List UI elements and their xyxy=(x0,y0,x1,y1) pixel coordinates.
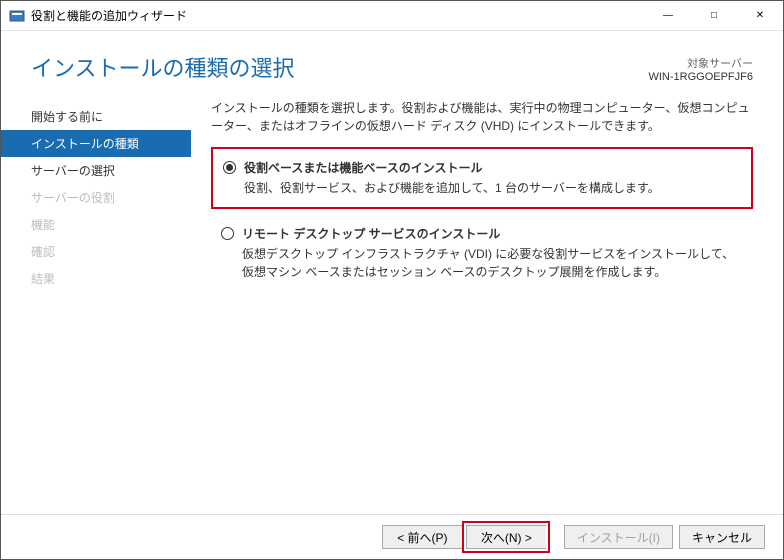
server-label: 対象サーバー xyxy=(648,55,753,71)
close-button[interactable]: ✕ xyxy=(737,1,783,31)
cancel-button[interactable]: キャンセル xyxy=(679,525,765,549)
option-role-based-title: 役割ベースまたは機能ベースのインストール xyxy=(244,159,660,176)
server-info: 対象サーバー WIN-1RGGOEPFJF6 xyxy=(648,51,753,83)
window-title: 役割と機能の追加ウィザード xyxy=(31,7,645,24)
sidebar-item-before-begin[interactable]: 開始する前に xyxy=(1,103,191,130)
sidebar-item-features: 機能 xyxy=(1,211,191,238)
maximize-button[interactable]: □ xyxy=(691,1,737,31)
option-role-based[interactable]: 役割ベースまたは機能ベースのインストール 役割、役割サービス、および機能を追加し… xyxy=(211,147,753,209)
option-role-based-desc: 役割、役割サービス、および機能を追加して、1 台のサーバーを構成します。 xyxy=(244,179,660,197)
server-name: WIN-1RGGOEPFJF6 xyxy=(648,71,753,83)
radio-rds[interactable] xyxy=(221,227,234,240)
instruction-text: インストールの種類を選択します。役割および機能は、実行中の物理コンピューター、仮… xyxy=(211,99,753,135)
nav-button-pair: < 前へ(P) 次へ(N) > xyxy=(382,525,558,549)
next-button-highlight: 次へ(N) > xyxy=(462,521,550,553)
next-button[interactable]: 次へ(N) > xyxy=(466,525,546,549)
sidebar-item-server-select[interactable]: サーバーの選択 xyxy=(1,157,191,184)
app-icon xyxy=(9,8,25,24)
main-content: インストールの種類を選択します。役割および機能は、実行中の物理コンピューター、仮… xyxy=(191,95,777,514)
option-rds-text: リモート デスクトップ サービスのインストール 仮想デスクトップ インフラストラ… xyxy=(242,225,743,281)
window-controls: ― □ ✕ xyxy=(645,1,783,31)
sidebar-item-server-roles: サーバーの役割 xyxy=(1,184,191,211)
titlebar: 役割と機能の追加ウィザード ― □ ✕ xyxy=(1,1,783,31)
minimize-button[interactable]: ― xyxy=(645,1,691,31)
header: インストールの種類の選択 対象サーバー WIN-1RGGOEPFJF6 xyxy=(1,31,783,95)
sidebar-item-confirm: 確認 xyxy=(1,238,191,265)
sidebar: 開始する前に インストールの種類 サーバーの選択 サーバーの役割 機能 確認 結… xyxy=(1,95,191,514)
prev-button[interactable]: < 前へ(P) xyxy=(382,525,462,549)
option-role-based-text: 役割ベースまたは機能ベースのインストール 役割、役割サービス、および機能を追加し… xyxy=(244,159,660,197)
body: 開始する前に インストールの種類 サーバーの選択 サーバーの役割 機能 確認 結… xyxy=(1,95,783,514)
wizard-window: 役割と機能の追加ウィザード ― □ ✕ インストールの種類の選択 対象サーバー … xyxy=(0,0,784,560)
sidebar-item-results: 結果 xyxy=(1,265,191,292)
radio-role-based[interactable] xyxy=(223,161,236,174)
option-rds[interactable]: リモート デスクトップ サービスのインストール 仮想デスクトップ インフラストラ… xyxy=(211,215,753,291)
footer: < 前へ(P) 次へ(N) > インストール(I) キャンセル xyxy=(1,514,783,559)
page-title: インストールの種類の選択 xyxy=(31,51,648,83)
option-rds-desc: 仮想デスクトップ インフラストラクチャ (VDI) に必要な役割サービスをインス… xyxy=(242,245,743,281)
sidebar-item-install-type[interactable]: インストールの種類 xyxy=(1,130,191,157)
option-rds-title: リモート デスクトップ サービスのインストール xyxy=(242,225,743,242)
install-button: インストール(I) xyxy=(564,525,673,549)
